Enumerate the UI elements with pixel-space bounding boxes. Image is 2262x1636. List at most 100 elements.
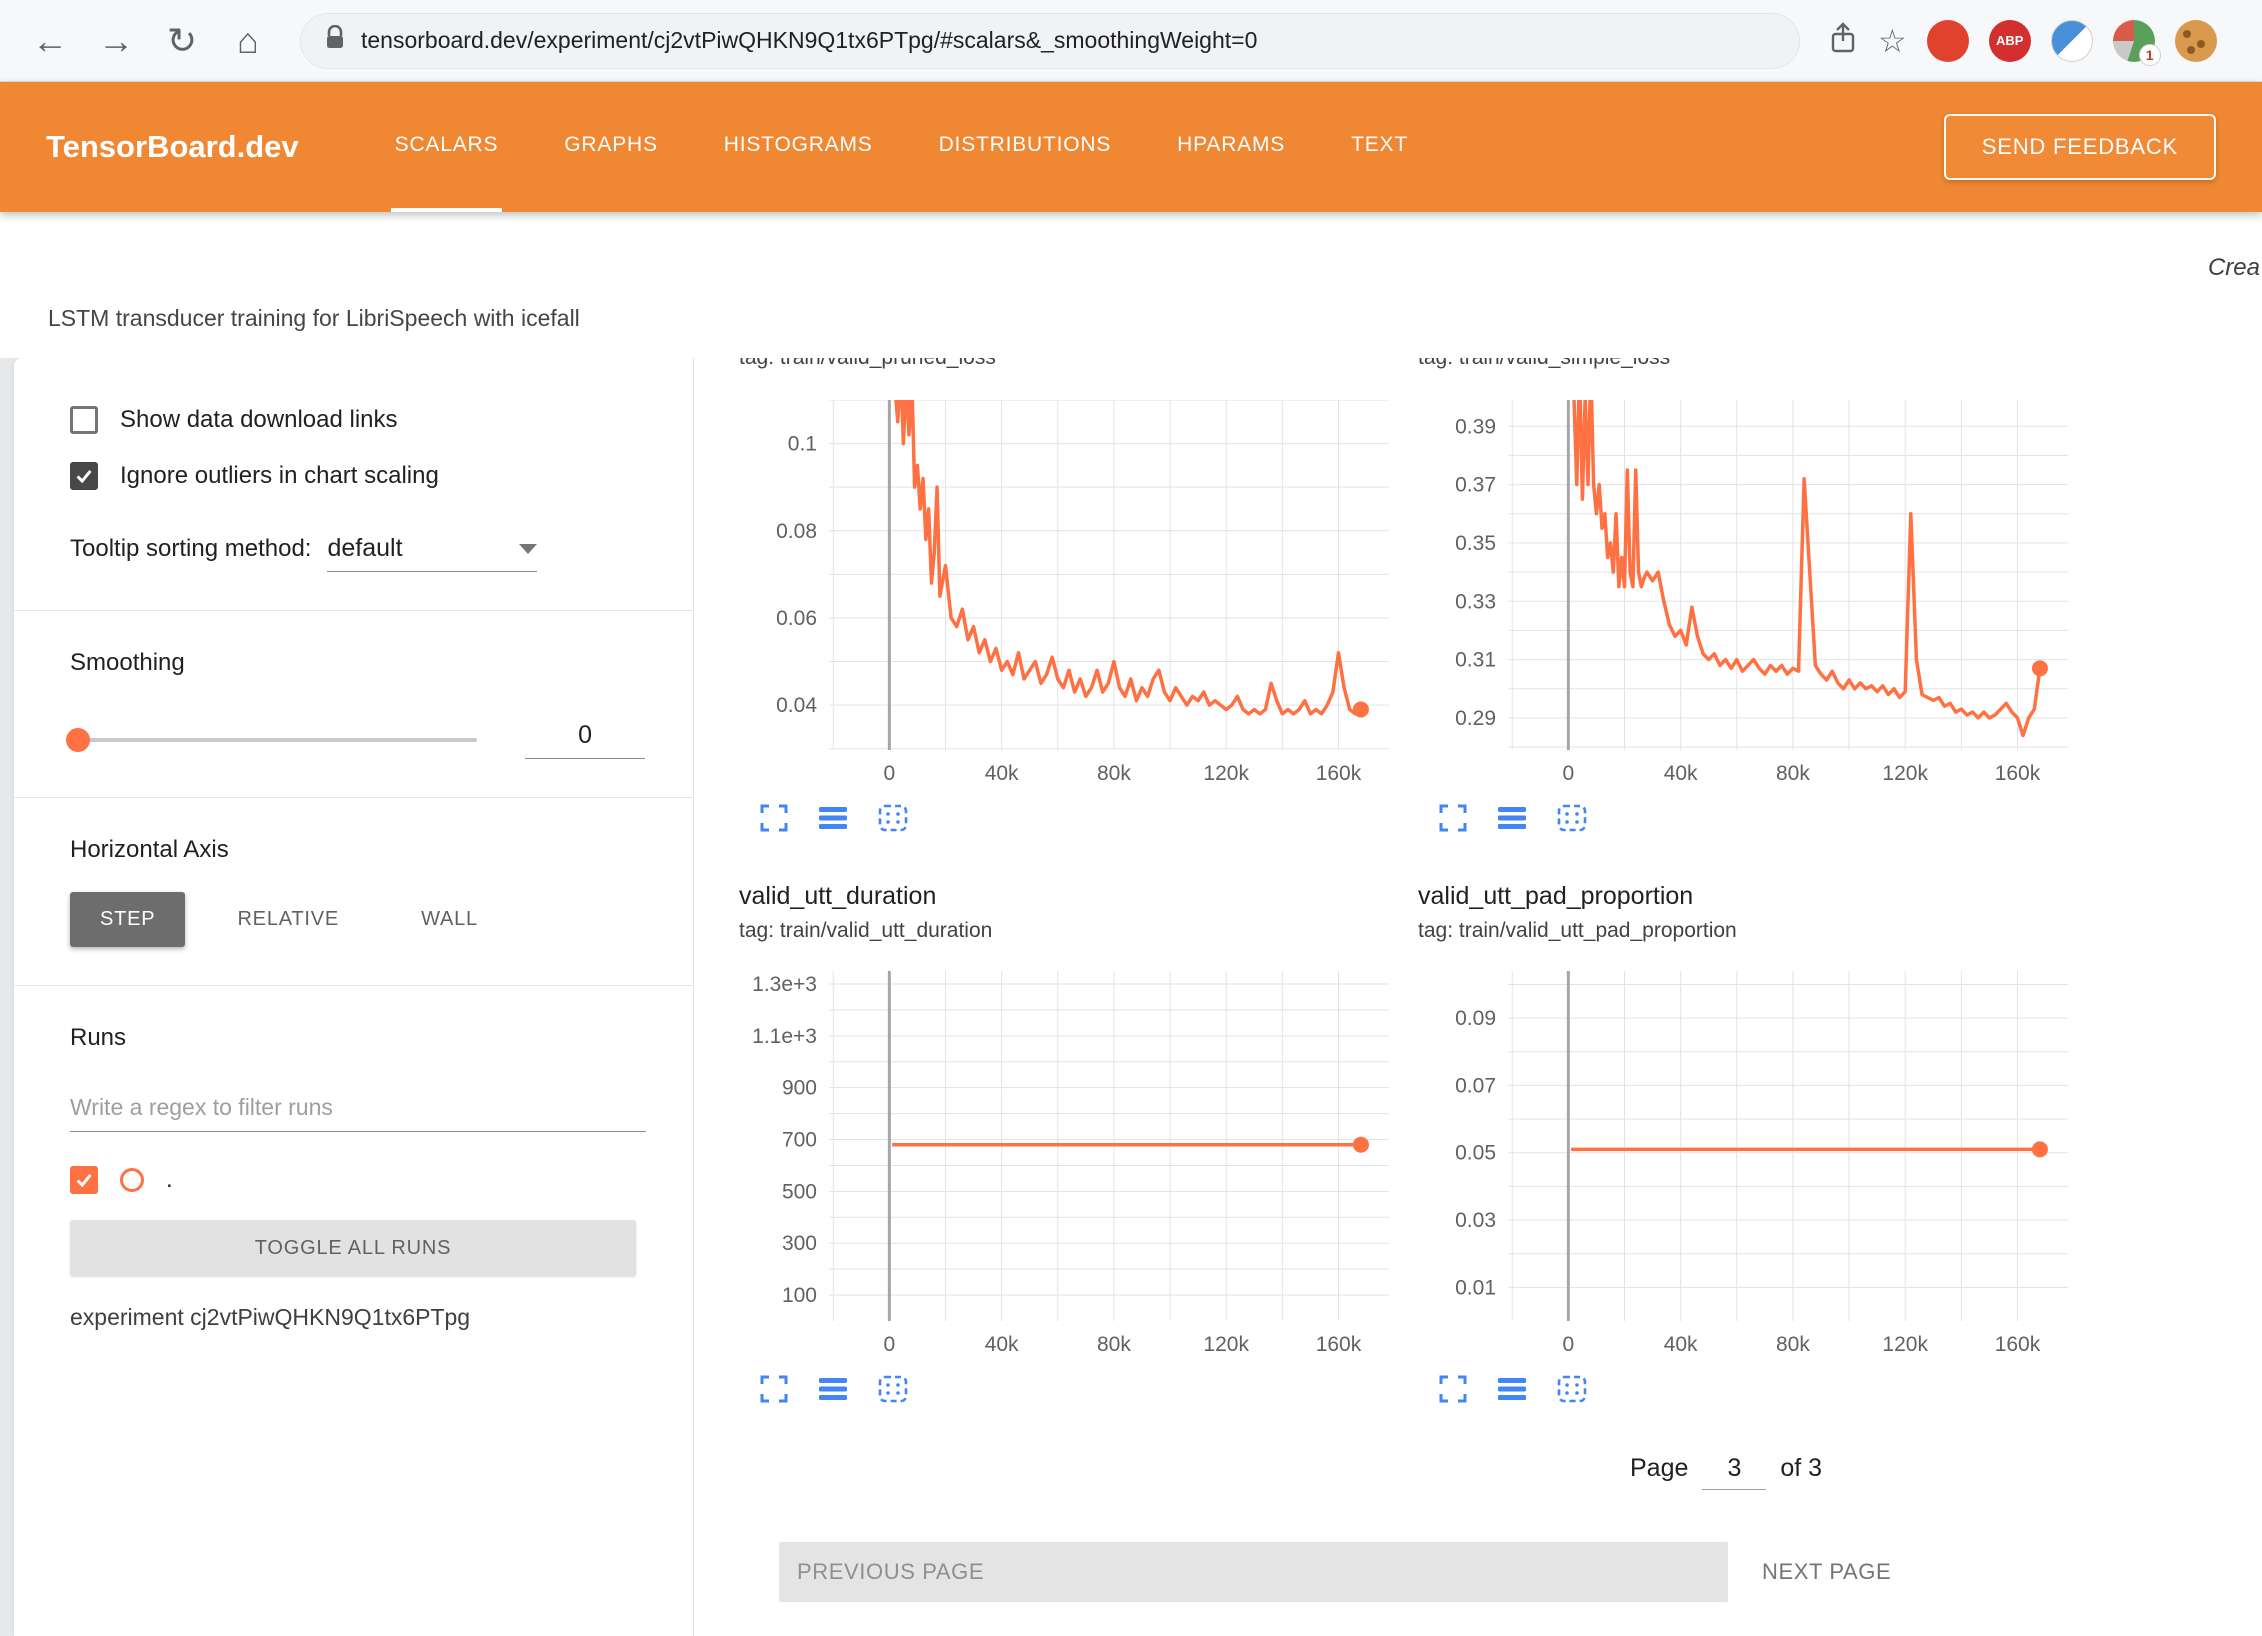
chart-plot: 0.010.030.050.070.09040k80k120k160k: [1418, 971, 2068, 1357]
show-download-checkbox[interactable]: [70, 406, 98, 434]
app-logo[interactable]: TensorBoard.dev: [46, 129, 299, 165]
svg-text:0.31: 0.31: [1455, 649, 1496, 672]
svg-text:0: 0: [1563, 1333, 1575, 1356]
ignore-outliers-label: Ignore outliers in chart scaling: [120, 462, 439, 490]
pagination: Page of 3: [1630, 1453, 2262, 1490]
share-icon[interactable]: [1828, 21, 1858, 60]
home-icon[interactable]: ⌂: [220, 20, 276, 62]
expand-chart-icon[interactable]: [1438, 803, 1468, 833]
data-table-icon[interactable]: [1496, 1375, 1528, 1403]
svg-text:120k: 120k: [1203, 1333, 1249, 1356]
svg-text:0: 0: [1563, 762, 1575, 785]
chart-card: valid_utt_pad_proportion tag: train/vali…: [1418, 870, 2068, 1411]
smoothing-slider[interactable]: [70, 738, 477, 742]
next-page-button[interactable]: NEXT PAGE: [1762, 1559, 1891, 1585]
tooltip-sorting-value: default: [327, 534, 402, 563]
svg-text:100: 100: [782, 1284, 817, 1307]
created-text: Crea: [2208, 254, 2260, 282]
smoothing-slider-row: 0: [70, 721, 645, 759]
fit-domain-icon[interactable]: [877, 1374, 909, 1404]
svg-text:1.1e+3: 1.1e+3: [752, 1025, 817, 1048]
tooltip-sorting-label: Tooltip sorting method:: [70, 535, 311, 563]
run-checkbox[interactable]: [70, 1166, 98, 1194]
chart-tag: tag: train/valid_simple_loss: [1418, 358, 1670, 370]
experiment-header: Crea LSTM transducer training for LibriS…: [0, 212, 2262, 358]
svg-text:160k: 160k: [1995, 762, 2041, 785]
run-name: .: [166, 1166, 173, 1194]
show-download-label: Show data download links: [120, 406, 398, 434]
tab-text[interactable]: TEXT: [1347, 82, 1412, 212]
toolbar-extensions: ☆ ABP 1: [1828, 20, 2217, 62]
data-table-icon[interactable]: [817, 804, 849, 832]
tab-distributions[interactable]: DISTRIBUTIONS: [935, 82, 1116, 212]
axis-relative-button[interactable]: RELATIVE: [207, 892, 369, 947]
smoothing-label: Smoothing: [70, 649, 645, 677]
toggle-all-runs-button[interactable]: TOGGLE ALL RUNS: [70, 1220, 636, 1276]
send-feedback-button[interactable]: SEND FEEDBACK: [1944, 114, 2216, 180]
fit-domain-icon[interactable]: [877, 803, 909, 833]
tooltip-sorting-row: Tooltip sorting method: default: [70, 534, 645, 572]
svg-text:0.33: 0.33: [1455, 590, 1496, 613]
chart-tag: tag: train/valid_pruned_loss: [739, 358, 996, 370]
fit-domain-icon[interactable]: [1556, 803, 1588, 833]
svg-text:500: 500: [782, 1180, 817, 1203]
show-download-row: Show data download links: [70, 406, 645, 434]
tab-graphs[interactable]: GRAPHS: [560, 82, 662, 212]
chart-head: valid_utt_pad_proportion tag: train/vali…: [1418, 870, 2068, 943]
url-text: tensorboard.dev/experiment/cj2vtPiwQHKN9…: [361, 27, 1257, 54]
page-number-input[interactable]: [1702, 1453, 1766, 1490]
axis-step-button[interactable]: STEP: [70, 892, 185, 947]
expand-chart-icon[interactable]: [759, 803, 789, 833]
smoothing-value[interactable]: 0: [525, 721, 645, 759]
svg-text:80k: 80k: [1097, 762, 1131, 785]
adblock-extension-icon[interactable]: [1927, 20, 1969, 62]
tab-histograms[interactable]: HISTOGRAMS: [720, 82, 877, 212]
experiment-id: experiment cj2vtPiwQHKN9Q1tx6PTpg: [70, 1304, 645, 1331]
data-table-icon[interactable]: [817, 1375, 849, 1403]
divider: [14, 985, 693, 986]
svg-text:40k: 40k: [985, 1333, 1019, 1356]
charts-grid: valid_pruned_loss tag: train/valid_prune…: [739, 358, 2262, 1411]
svg-text:80k: 80k: [1776, 762, 1810, 785]
chart-tag: tag: train/valid_utt_pad_proportion: [1418, 919, 2068, 943]
smoothing-slider-thumb[interactable]: [66, 728, 90, 752]
back-icon[interactable]: ←: [22, 20, 78, 62]
divider: [14, 610, 693, 611]
previous-page-button[interactable]: PREVIOUS PAGE: [779, 1542, 1728, 1602]
run-color-circle[interactable]: [120, 1168, 144, 1192]
bookmark-star-icon[interactable]: ☆: [1878, 22, 1907, 60]
tooltip-sorting-select[interactable]: default: [327, 534, 537, 572]
svg-text:80k: 80k: [1776, 1333, 1810, 1356]
svg-text:0.05: 0.05: [1455, 1142, 1496, 1165]
blue-extension-icon[interactable]: [2051, 20, 2093, 62]
svg-text:0.29: 0.29: [1455, 707, 1496, 730]
chart-card: valid_simple_loss tag: train/valid_simpl…: [1418, 358, 2068, 840]
svg-text:0: 0: [884, 762, 896, 785]
axis-wall-button[interactable]: WALL: [391, 892, 508, 947]
pie-extension-icon[interactable]: 1: [2113, 20, 2155, 62]
left-gutter: [0, 358, 14, 1636]
tab-scalars[interactable]: SCALARS: [391, 82, 503, 212]
ignore-outliers-checkbox[interactable]: [70, 462, 98, 490]
forward-icon[interactable]: →: [88, 20, 144, 62]
svg-text:120k: 120k: [1882, 762, 1928, 785]
runs-filter-input[interactable]: [70, 1088, 646, 1132]
svg-text:900: 900: [782, 1077, 817, 1100]
svg-text:0.35: 0.35: [1455, 532, 1496, 555]
svg-text:0.03: 0.03: [1455, 1209, 1496, 1232]
tab-hparams[interactable]: HPARAMS: [1173, 82, 1289, 212]
svg-text:160k: 160k: [1995, 1333, 2041, 1356]
address-bar[interactable]: tensorboard.dev/experiment/cj2vtPiwQHKN9…: [300, 13, 1800, 69]
settings-sidebar: Show data download links Ignore outliers…: [14, 358, 694, 1636]
abp-extension-icon[interactable]: ABP: [1989, 20, 2031, 62]
app-header: TensorBoard.dev SCALARS GRAPHS HISTOGRAM…: [0, 82, 2262, 212]
svg-text:40k: 40k: [985, 762, 1019, 785]
data-table-icon[interactable]: [1496, 804, 1528, 832]
fit-domain-icon[interactable]: [1556, 1374, 1588, 1404]
horizontal-axis-label: Horizontal Axis: [70, 836, 645, 864]
expand-chart-icon[interactable]: [759, 1374, 789, 1404]
cookie-extension-icon[interactable]: [2175, 20, 2217, 62]
svg-text:0.04: 0.04: [776, 694, 817, 717]
expand-chart-icon[interactable]: [1438, 1374, 1468, 1404]
refresh-icon[interactable]: ↻: [154, 20, 210, 62]
